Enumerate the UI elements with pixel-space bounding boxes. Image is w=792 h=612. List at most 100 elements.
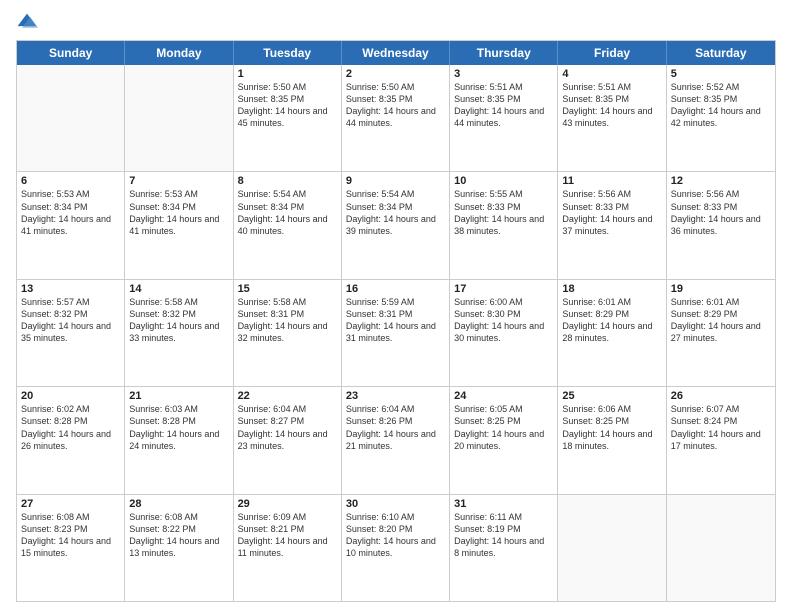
calendar-cell: 20 Sunrise: 6:02 AMSunset: 8:28 PMDaylig…: [17, 387, 125, 493]
calendar-cell: 15 Sunrise: 5:58 AMSunset: 8:31 PMDaylig…: [234, 280, 342, 386]
day-number: 19: [671, 283, 771, 295]
calendar-cell: 21 Sunrise: 6:03 AMSunset: 8:28 PMDaylig…: [125, 387, 233, 493]
day-number: 27: [21, 498, 120, 510]
day-header-wednesday: Wednesday: [342, 41, 450, 65]
day-number: 11: [562, 175, 661, 187]
day-number: 21: [129, 390, 228, 402]
calendar-cell: 26 Sunrise: 6:07 AMSunset: 8:24 PMDaylig…: [667, 387, 775, 493]
cell-info: Sunrise: 5:58 AMSunset: 8:31 PMDaylight:…: [238, 296, 337, 345]
calendar-cell: 3 Sunrise: 5:51 AMSunset: 8:35 PMDayligh…: [450, 65, 558, 171]
cell-info: Sunrise: 6:04 AMSunset: 8:27 PMDaylight:…: [238, 403, 337, 452]
page-header: [16, 12, 776, 34]
day-header-saturday: Saturday: [667, 41, 775, 65]
cell-info: Sunrise: 6:00 AMSunset: 8:30 PMDaylight:…: [454, 296, 553, 345]
cell-info: Sunrise: 5:50 AMSunset: 8:35 PMDaylight:…: [346, 81, 445, 130]
cell-info: Sunrise: 5:58 AMSunset: 8:32 PMDaylight:…: [129, 296, 228, 345]
calendar-cell: 8 Sunrise: 5:54 AMSunset: 8:34 PMDayligh…: [234, 172, 342, 278]
calendar-body: 1 Sunrise: 5:50 AMSunset: 8:35 PMDayligh…: [17, 65, 775, 601]
calendar-cell: 6 Sunrise: 5:53 AMSunset: 8:34 PMDayligh…: [17, 172, 125, 278]
cell-info: Sunrise: 6:05 AMSunset: 8:25 PMDaylight:…: [454, 403, 553, 452]
day-number: 7: [129, 175, 228, 187]
cell-info: Sunrise: 6:10 AMSunset: 8:20 PMDaylight:…: [346, 511, 445, 560]
cell-info: Sunrise: 5:52 AMSunset: 8:35 PMDaylight:…: [671, 81, 771, 130]
day-number: 16: [346, 283, 445, 295]
logo: [16, 12, 42, 34]
calendar-cell: 2 Sunrise: 5:50 AMSunset: 8:35 PMDayligh…: [342, 65, 450, 171]
calendar-cell: [558, 495, 666, 601]
day-number: 17: [454, 283, 553, 295]
cell-info: Sunrise: 6:08 AMSunset: 8:23 PMDaylight:…: [21, 511, 120, 560]
cell-info: Sunrise: 5:56 AMSunset: 8:33 PMDaylight:…: [671, 188, 771, 237]
cell-info: Sunrise: 6:08 AMSunset: 8:22 PMDaylight:…: [129, 511, 228, 560]
day-number: 6: [21, 175, 120, 187]
calendar-header: SundayMondayTuesdayWednesdayThursdayFrid…: [17, 41, 775, 65]
calendar-cell: [17, 65, 125, 171]
day-header-tuesday: Tuesday: [234, 41, 342, 65]
cell-info: Sunrise: 5:56 AMSunset: 8:33 PMDaylight:…: [562, 188, 661, 237]
calendar-cell: 5 Sunrise: 5:52 AMSunset: 8:35 PMDayligh…: [667, 65, 775, 171]
cell-info: Sunrise: 6:01 AMSunset: 8:29 PMDaylight:…: [671, 296, 771, 345]
calendar-week-1: 1 Sunrise: 5:50 AMSunset: 8:35 PMDayligh…: [17, 65, 775, 171]
page: SundayMondayTuesdayWednesdayThursdayFrid…: [0, 0, 792, 612]
cell-info: Sunrise: 6:09 AMSunset: 8:21 PMDaylight:…: [238, 511, 337, 560]
day-number: 25: [562, 390, 661, 402]
calendar-cell: 7 Sunrise: 5:53 AMSunset: 8:34 PMDayligh…: [125, 172, 233, 278]
calendar-cell: 10 Sunrise: 5:55 AMSunset: 8:33 PMDaylig…: [450, 172, 558, 278]
day-number: 26: [671, 390, 771, 402]
cell-info: Sunrise: 5:55 AMSunset: 8:33 PMDaylight:…: [454, 188, 553, 237]
calendar-cell: 23 Sunrise: 6:04 AMSunset: 8:26 PMDaylig…: [342, 387, 450, 493]
logo-icon: [16, 12, 38, 34]
calendar-week-5: 27 Sunrise: 6:08 AMSunset: 8:23 PMDaylig…: [17, 494, 775, 601]
cell-info: Sunrise: 6:01 AMSunset: 8:29 PMDaylight:…: [562, 296, 661, 345]
day-number: 5: [671, 68, 771, 80]
cell-info: Sunrise: 6:02 AMSunset: 8:28 PMDaylight:…: [21, 403, 120, 452]
calendar-cell: [125, 65, 233, 171]
day-number: 4: [562, 68, 661, 80]
calendar-cell: 11 Sunrise: 5:56 AMSunset: 8:33 PMDaylig…: [558, 172, 666, 278]
cell-info: Sunrise: 5:57 AMSunset: 8:32 PMDaylight:…: [21, 296, 120, 345]
cell-info: Sunrise: 6:11 AMSunset: 8:19 PMDaylight:…: [454, 511, 553, 560]
cell-info: Sunrise: 5:53 AMSunset: 8:34 PMDaylight:…: [21, 188, 120, 237]
calendar-cell: 30 Sunrise: 6:10 AMSunset: 8:20 PMDaylig…: [342, 495, 450, 601]
day-number: 3: [454, 68, 553, 80]
day-number: 31: [454, 498, 553, 510]
calendar-cell: 9 Sunrise: 5:54 AMSunset: 8:34 PMDayligh…: [342, 172, 450, 278]
calendar-cell: 18 Sunrise: 6:01 AMSunset: 8:29 PMDaylig…: [558, 280, 666, 386]
day-number: 9: [346, 175, 445, 187]
day-number: 18: [562, 283, 661, 295]
calendar-cell: 12 Sunrise: 5:56 AMSunset: 8:33 PMDaylig…: [667, 172, 775, 278]
day-number: 28: [129, 498, 228, 510]
day-number: 8: [238, 175, 337, 187]
cell-info: Sunrise: 6:06 AMSunset: 8:25 PMDaylight:…: [562, 403, 661, 452]
day-number: 1: [238, 68, 337, 80]
cell-info: Sunrise: 5:53 AMSunset: 8:34 PMDaylight:…: [129, 188, 228, 237]
day-number: 30: [346, 498, 445, 510]
day-header-friday: Friday: [558, 41, 666, 65]
calendar-cell: 28 Sunrise: 6:08 AMSunset: 8:22 PMDaylig…: [125, 495, 233, 601]
calendar-cell: 19 Sunrise: 6:01 AMSunset: 8:29 PMDaylig…: [667, 280, 775, 386]
calendar-week-2: 6 Sunrise: 5:53 AMSunset: 8:34 PMDayligh…: [17, 171, 775, 278]
calendar-cell: 22 Sunrise: 6:04 AMSunset: 8:27 PMDaylig…: [234, 387, 342, 493]
calendar-cell: 31 Sunrise: 6:11 AMSunset: 8:19 PMDaylig…: [450, 495, 558, 601]
cell-info: Sunrise: 6:07 AMSunset: 8:24 PMDaylight:…: [671, 403, 771, 452]
calendar-cell: 29 Sunrise: 6:09 AMSunset: 8:21 PMDaylig…: [234, 495, 342, 601]
calendar-cell: 16 Sunrise: 5:59 AMSunset: 8:31 PMDaylig…: [342, 280, 450, 386]
calendar-cell: 13 Sunrise: 5:57 AMSunset: 8:32 PMDaylig…: [17, 280, 125, 386]
calendar-cell: 25 Sunrise: 6:06 AMSunset: 8:25 PMDaylig…: [558, 387, 666, 493]
day-header-monday: Monday: [125, 41, 233, 65]
calendar-cell: 27 Sunrise: 6:08 AMSunset: 8:23 PMDaylig…: [17, 495, 125, 601]
calendar-cell: [667, 495, 775, 601]
calendar-cell: 17 Sunrise: 6:00 AMSunset: 8:30 PMDaylig…: [450, 280, 558, 386]
day-header-sunday: Sunday: [17, 41, 125, 65]
day-number: 15: [238, 283, 337, 295]
calendar-week-3: 13 Sunrise: 5:57 AMSunset: 8:32 PMDaylig…: [17, 279, 775, 386]
cell-info: Sunrise: 5:51 AMSunset: 8:35 PMDaylight:…: [562, 81, 661, 130]
calendar-cell: 14 Sunrise: 5:58 AMSunset: 8:32 PMDaylig…: [125, 280, 233, 386]
cell-info: Sunrise: 6:04 AMSunset: 8:26 PMDaylight:…: [346, 403, 445, 452]
day-number: 23: [346, 390, 445, 402]
day-number: 24: [454, 390, 553, 402]
day-number: 12: [671, 175, 771, 187]
day-number: 29: [238, 498, 337, 510]
calendar-cell: 4 Sunrise: 5:51 AMSunset: 8:35 PMDayligh…: [558, 65, 666, 171]
cell-info: Sunrise: 5:54 AMSunset: 8:34 PMDaylight:…: [346, 188, 445, 237]
